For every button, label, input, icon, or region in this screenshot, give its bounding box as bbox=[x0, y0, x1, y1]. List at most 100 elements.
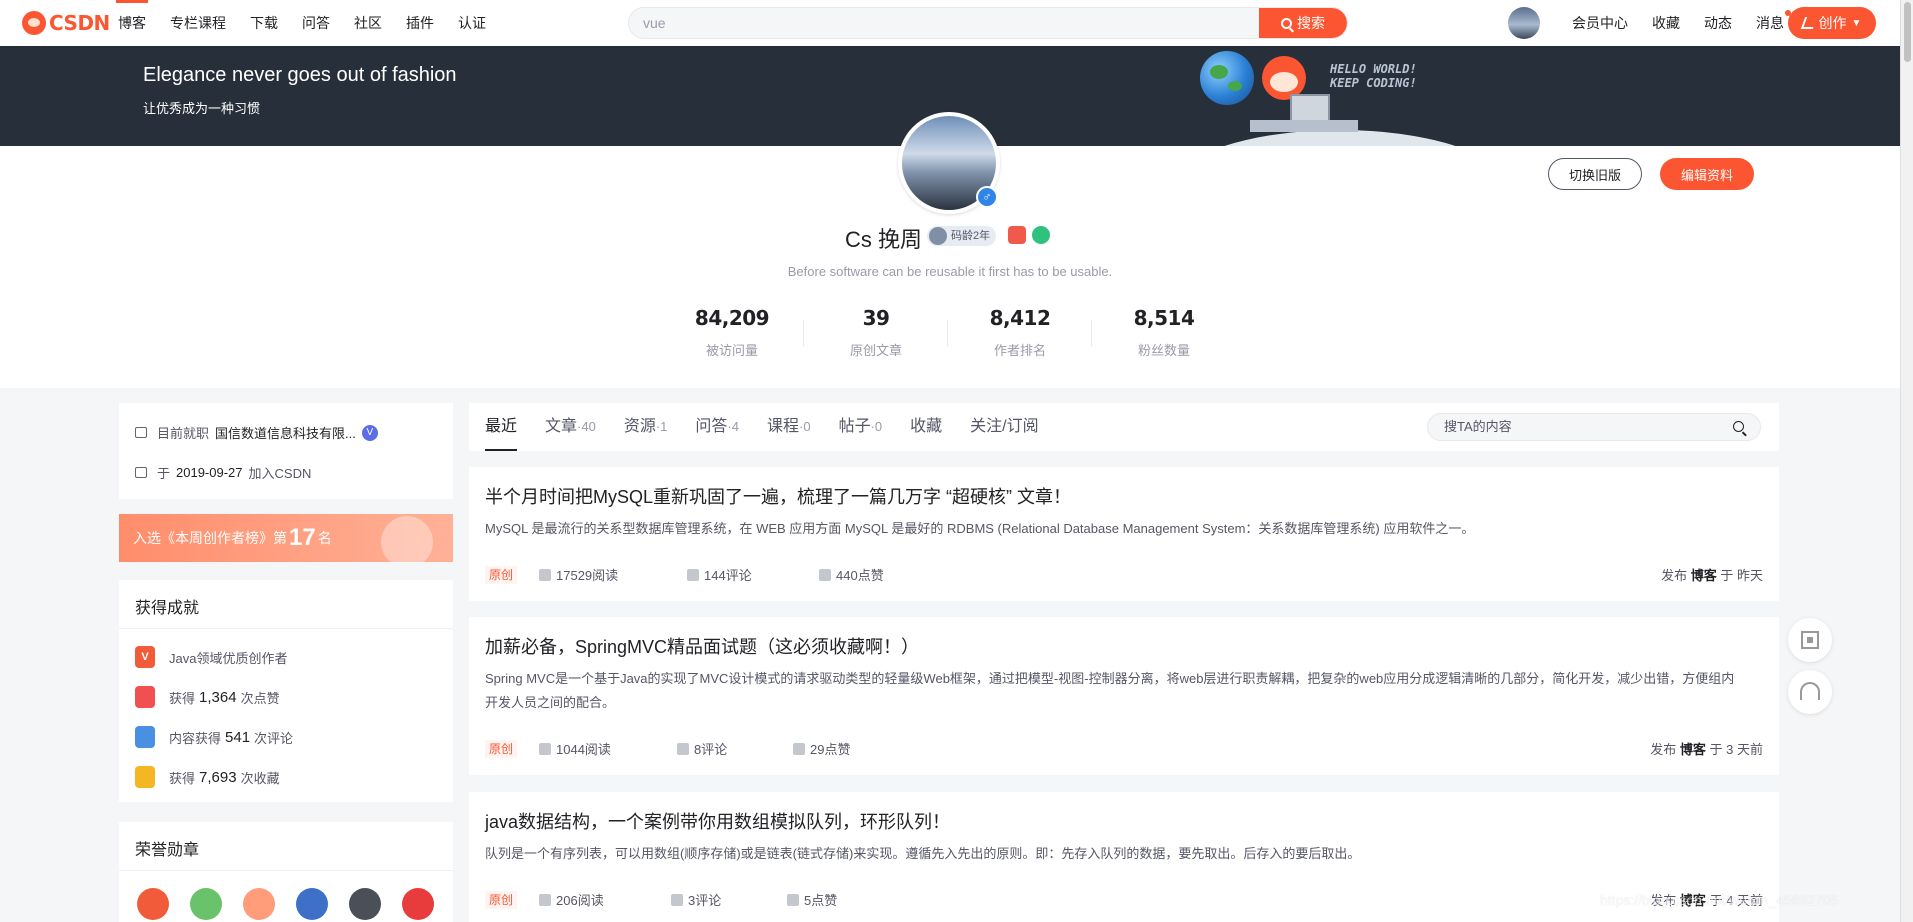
medal-40-icon[interactable] bbox=[190, 888, 222, 920]
achievement-item: 内容获得 541 次评论 bbox=[135, 726, 293, 748]
comment-count-text: 8评论 bbox=[694, 742, 728, 757]
customer-service-button[interactable] bbox=[1788, 670, 1832, 714]
content-search-input[interactable]: 搜TA的内容 bbox=[1427, 413, 1761, 441]
nav-link-certify[interactable]: 认证 bbox=[458, 0, 486, 46]
search-icon bbox=[1281, 17, 1292, 29]
csdn-logo[interactable]: CSDN bbox=[22, 10, 110, 36]
join-suffix: 加入CSDN bbox=[248, 466, 312, 481]
search-input[interactable]: vue bbox=[643, 8, 666, 38]
tab-label: 关注/订阅 bbox=[970, 418, 1039, 435]
qr-code-button[interactable] bbox=[1788, 618, 1832, 662]
article-title[interactable]: java数据结构，一个案例带你用数组模拟队列，环形队列！ bbox=[485, 808, 950, 834]
read-count-text: 1044阅读 bbox=[556, 742, 611, 757]
publish-prefix: 发布 bbox=[1650, 742, 1677, 757]
achievement-item: V Java领域优质创作者 bbox=[135, 646, 287, 668]
stat-label: 作者排名 bbox=[993, 343, 1046, 358]
like-count-text: 5点赞 bbox=[804, 893, 838, 908]
medal-persistence-icon[interactable] bbox=[349, 888, 381, 920]
tab-follow[interactable]: 关注/订阅 bbox=[970, 403, 1038, 451]
nav-link-qa[interactable]: 问答 bbox=[302, 0, 330, 46]
medal-pen-icon[interactable] bbox=[402, 888, 434, 920]
nav-link-courses[interactable]: 专栏课程 bbox=[170, 0, 226, 46]
job-value[interactable]: 国信数道信息科技有限... bbox=[215, 423, 356, 442]
tab-resources[interactable]: 资源·1 bbox=[624, 403, 668, 451]
original-badge: 原创 bbox=[485, 739, 518, 758]
pen-tip-icon bbox=[381, 516, 433, 562]
nav-link-vip[interactable]: 会员中心 bbox=[1572, 13, 1628, 33]
nav-link-activity[interactable]: 动态 bbox=[1704, 13, 1732, 33]
user-avatar[interactable] bbox=[1508, 7, 1540, 39]
divider bbox=[119, 628, 453, 629]
level-badge-icon[interactable] bbox=[1032, 226, 1050, 244]
tab-label: 资源 bbox=[623, 418, 656, 435]
achievement-pre: 获得 bbox=[169, 770, 196, 786]
page-scrollbar[interactable] bbox=[1900, 0, 1913, 922]
profile-card: ♂ Cs 挽周 码龄2年 Before software can be reus… bbox=[0, 112, 1900, 388]
article-description: MySQL 是最流行的关系型数据库管理系统，在 WEB 应用方面 MySQL 是… bbox=[485, 521, 1475, 536]
tab-label: 课程 bbox=[766, 418, 799, 435]
profile-avatar[interactable]: ♂ bbox=[898, 112, 1000, 214]
medal-csdn-icon[interactable] bbox=[137, 888, 169, 920]
create-button-label: 创作 bbox=[1818, 15, 1847, 31]
read-count: 206阅读 bbox=[539, 890, 671, 909]
nav-link-community[interactable]: 社区 bbox=[354, 0, 382, 46]
original-badge: 原创 bbox=[485, 565, 518, 584]
nav-link-download[interactable]: 下载 bbox=[250, 0, 278, 46]
tab-articles[interactable]: 文章·40 bbox=[545, 403, 596, 451]
stat-value: 8,514 bbox=[1133, 306, 1195, 330]
comment-achievement-icon bbox=[135, 726, 155, 748]
tab-qa[interactable]: 问答·4 bbox=[695, 403, 739, 451]
achievement-post: 次收藏 bbox=[240, 770, 280, 786]
article-card[interactable]: 加薪必备，SpringMVC精品面试题（这必须收藏啊！） Spring MVC是… bbox=[469, 617, 1779, 775]
image-watermark: https://blog.csdn.net/weixin_45692705 bbox=[1600, 892, 1839, 908]
verified-icon: V bbox=[361, 424, 378, 441]
search-icon[interactable] bbox=[1733, 421, 1744, 432]
tab-recent[interactable]: 最近 bbox=[485, 403, 518, 451]
achievement-number: 7,693 bbox=[199, 768, 237, 786]
stat-label: 被访问量 bbox=[705, 343, 758, 358]
tab-favorites[interactable]: 收藏 bbox=[910, 403, 942, 451]
scrollbar-thumb[interactable] bbox=[1904, 2, 1911, 62]
code-age-badge[interactable]: 码龄2年 bbox=[927, 226, 997, 246]
banner-title: Elegance never goes out of fashion bbox=[143, 64, 457, 86]
creator-rank-banner[interactable]: 入选《本周创作者榜》第17 名 bbox=[119, 514, 453, 562]
edit-profile-button[interactable]: 编辑资料 bbox=[1660, 158, 1754, 190]
tab-courses[interactable]: 课程·0 bbox=[767, 403, 811, 451]
create-button[interactable]: 创作 ▼ bbox=[1788, 7, 1876, 39]
nav-link-blog[interactable]: 博客 bbox=[116, 0, 148, 46]
nav-link-favorites[interactable]: 收藏 bbox=[1652, 13, 1680, 33]
article-description: Spring MVC是一个基于Java的实现了MVC设计模式的请求驱动类型的轻量… bbox=[485, 671, 1735, 710]
tab-posts[interactable]: 帖子·0 bbox=[839, 403, 883, 451]
calendar-icon bbox=[135, 467, 147, 478]
publish-source: 博客 bbox=[1679, 742, 1706, 757]
banner-illustration-ground bbox=[1170, 130, 1510, 146]
honor-title: 荣誉勋章 bbox=[135, 842, 200, 859]
search-button-label: 搜索 bbox=[1297, 15, 1325, 31]
stat-author-rank: 8,412 作者排名 bbox=[948, 306, 1092, 358]
comment-count-text: 144评论 bbox=[704, 568, 752, 583]
like-count-text: 440点赞 bbox=[836, 568, 884, 583]
publish-time: 于 3 天前 bbox=[1709, 742, 1763, 757]
article-title[interactable]: 加薪必备，SpringMVC精品面试题（这必须收藏啊！） bbox=[485, 633, 919, 659]
nav-link-plugin[interactable]: 插件 bbox=[406, 0, 434, 46]
nav-link-messages[interactable]: 消息 bbox=[1756, 10, 1791, 33]
article-title[interactable]: 半个月时间把MySQL重新巩固了一遍，梳理了一篇几万字 “超硬核” 文章！ bbox=[485, 483, 1071, 509]
join-date: 2019-09-27 bbox=[176, 465, 243, 480]
comment-count: 8评论 bbox=[677, 739, 793, 758]
achievement-post: 次评论 bbox=[254, 730, 294, 746]
tab-label: 问答 bbox=[695, 418, 728, 435]
blog-expert-badge-icon[interactable] bbox=[1008, 226, 1026, 244]
hello-line-2: KEEP CODING! bbox=[1330, 76, 1417, 90]
like-achievement-icon bbox=[135, 686, 155, 708]
medal-creator-icon[interactable] bbox=[243, 888, 275, 920]
medal-email-icon[interactable] bbox=[296, 888, 328, 920]
article-card[interactable]: 半个月时间把MySQL重新巩固了一遍，梳理了一篇几万字 “超硬核” 文章！ My… bbox=[469, 467, 1779, 601]
search-bar: vue 搜索 bbox=[628, 7, 1348, 39]
article-card[interactable]: java数据结构，一个案例带你用数组模拟队列，环形队列！ 队列是一个有序列表，可… bbox=[469, 792, 1779, 922]
achievement-number: 541 bbox=[225, 728, 251, 746]
comment-icon bbox=[677, 742, 690, 755]
switch-old-version-button[interactable]: 切换旧版 bbox=[1548, 158, 1642, 190]
tab-count: ·1 bbox=[655, 419, 668, 434]
search-button[interactable]: 搜索 bbox=[1259, 8, 1347, 38]
comment-icon bbox=[671, 893, 684, 906]
